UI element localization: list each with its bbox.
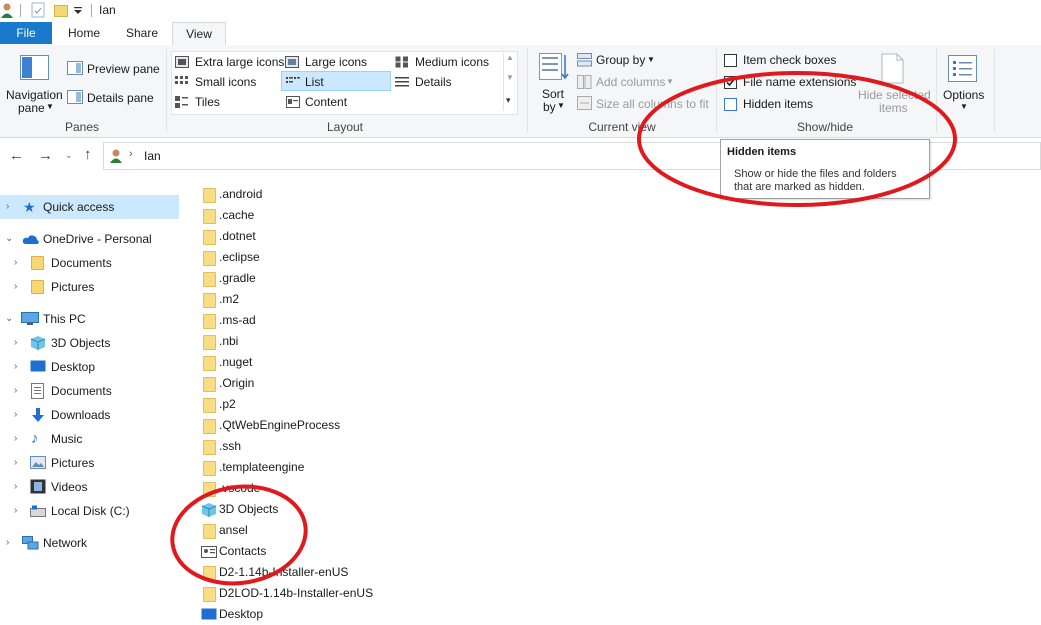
file-name: .cache <box>219 208 255 222</box>
folder-icon <box>203 398 216 413</box>
folder-icon <box>203 524 216 539</box>
folder-icon <box>203 482 216 497</box>
file-name: D2LOD-1.14b-Installer-enUS <box>219 586 374 600</box>
file-name: 3D Objects <box>219 502 279 516</box>
file-name: D2-1.14b-Installer-enUS <box>219 565 349 579</box>
cube-icon <box>201 503 217 517</box>
file-name: .p2 <box>219 397 236 411</box>
folder-icon <box>203 440 216 455</box>
folder-icon <box>203 461 216 476</box>
folder-icon <box>203 188 216 203</box>
folder-icon <box>203 419 216 434</box>
file-name: .QtWebEngineProcess <box>219 418 341 432</box>
file-name: .android <box>219 187 263 201</box>
folder-icon <box>203 293 216 308</box>
file-name: ansel <box>219 523 248 537</box>
file-name: .eclipse <box>219 250 260 264</box>
file-name: .templateengine <box>219 460 305 474</box>
contacts-icon <box>201 546 217 558</box>
folder-icon <box>203 377 216 392</box>
file-name: .dotnet <box>219 229 256 243</box>
file-name: .ms-ad <box>219 313 256 327</box>
folder-icon <box>203 356 216 371</box>
file-name: .vscode <box>219 481 261 495</box>
file-name: .gradle <box>219 271 256 285</box>
folder-icon <box>203 209 216 224</box>
file-list: .android .cache .dotnet .eclipse .gradle… <box>0 0 1041 621</box>
file-name: Desktop <box>219 607 264 621</box>
file-name: Contacts <box>219 544 267 558</box>
file-name: .nuget <box>219 355 253 369</box>
folder-icon <box>203 230 216 245</box>
folder-icon <box>203 587 216 602</box>
folder-icon <box>203 272 216 287</box>
file-name: .nbi <box>219 334 239 348</box>
folder-icon <box>203 335 216 350</box>
file-name: .Origin <box>219 376 255 390</box>
file-name: .ssh <box>219 439 242 453</box>
file-name: .m2 <box>219 292 240 306</box>
folder-icon <box>203 251 216 266</box>
folder-icon <box>203 566 216 581</box>
desktop-icon <box>201 608 217 620</box>
folder-icon <box>203 314 216 329</box>
